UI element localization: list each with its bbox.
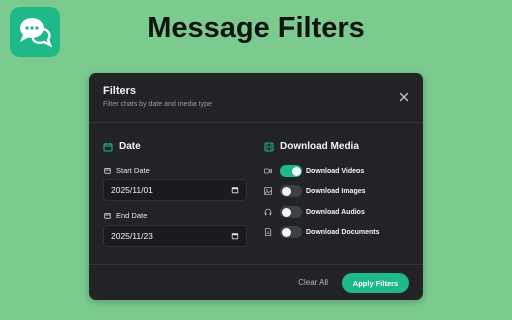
calendar-small-icon <box>104 212 111 219</box>
page-title: Message Filters <box>147 12 365 44</box>
start-date-label-text: Start Date <box>116 166 150 175</box>
dialog-footer: Clear All Apply Filters <box>89 264 423 300</box>
close-icon <box>399 92 409 102</box>
end-date-input[interactable]: 2025/11/23 <box>103 225 247 247</box>
toggle-row-audios: Download Audios <box>264 205 365 219</box>
close-button[interactable] <box>397 90 411 104</box>
toggle-row-images: Download Images <box>264 184 366 198</box>
dialog-header: Filters Filter chats by date and media t… <box>89 73 423 123</box>
clear-all-button[interactable]: Clear All <box>298 278 328 287</box>
date-section-label: Date <box>119 141 141 152</box>
toggle-row-documents: Download Documents <box>264 225 380 239</box>
apply-filters-button[interactable]: Apply Filters <box>342 273 409 293</box>
calendar-picker-icon[interactable] <box>231 186 239 194</box>
film-icon <box>264 142 274 151</box>
video-icon <box>264 167 272 175</box>
audios-toggle[interactable] <box>280 206 302 218</box>
calendar-small-icon <box>104 167 111 174</box>
start-date-label: Start Date <box>104 166 150 175</box>
dialog-subtitle: Filter chats by date and media type <box>103 101 212 108</box>
end-date-label-text: End Date <box>116 211 148 220</box>
videos-label: Download Videos <box>306 167 365 175</box>
calendar-picker-icon[interactable] <box>231 232 239 240</box>
dialog-title: Filters <box>103 85 137 97</box>
date-section-title: Date <box>103 141 141 152</box>
audios-label: Download Audios <box>306 208 365 216</box>
start-date-input[interactable]: 2025/11/01 <box>103 179 247 201</box>
filters-dialog: Filters Filter chats by date and media t… <box>89 73 423 300</box>
image-icon <box>264 187 272 195</box>
videos-toggle[interactable] <box>280 165 302 177</box>
images-label: Download Images <box>306 187 366 195</box>
headphones-icon <box>264 208 272 216</box>
media-section-title: Download Media <box>264 141 359 152</box>
documents-label: Download Documents <box>306 228 380 236</box>
end-date-value: 2025/11/23 <box>111 231 153 241</box>
toggle-row-videos: Download Videos <box>264 164 364 178</box>
calendar-icon <box>103 142 113 151</box>
start-date-value: 2025/11/01 <box>111 185 153 195</box>
images-toggle[interactable] <box>280 185 302 197</box>
documents-toggle[interactable] <box>280 226 302 238</box>
media-section-label: Download Media <box>280 141 359 152</box>
document-icon <box>264 228 272 236</box>
end-date-label: End Date <box>104 211 147 220</box>
